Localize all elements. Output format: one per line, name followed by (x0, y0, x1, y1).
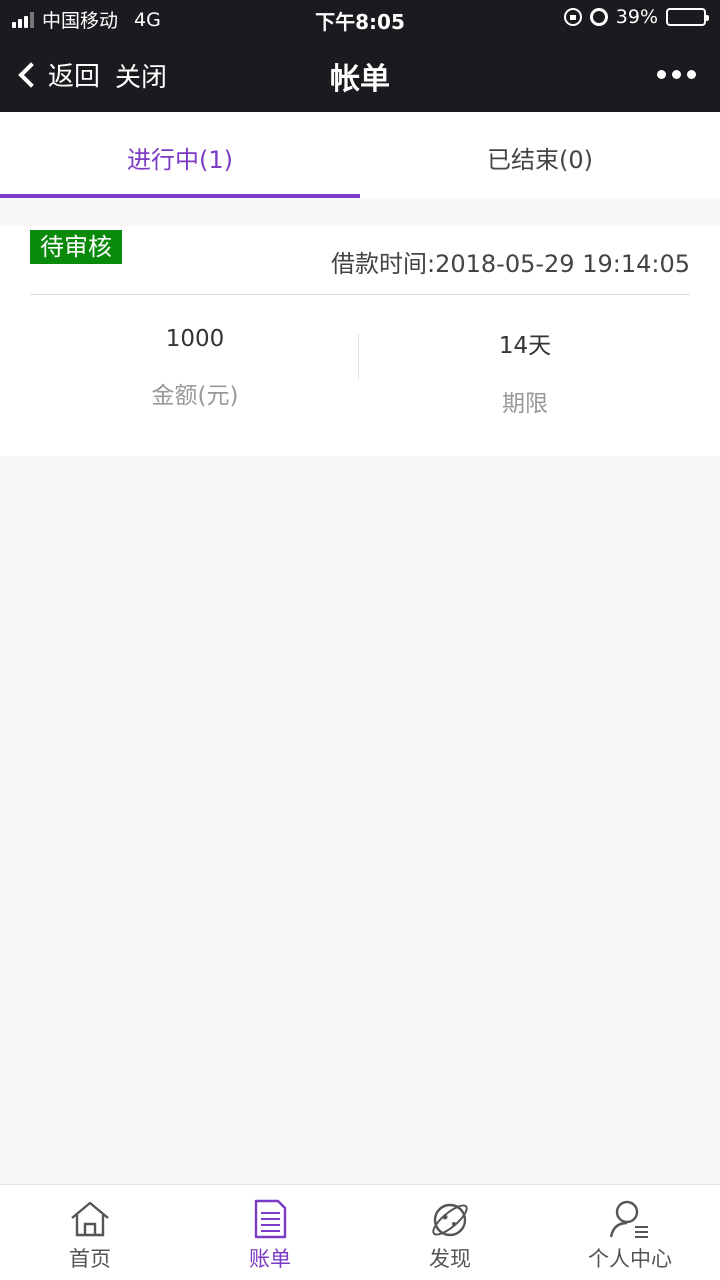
more-dots-icon (657, 70, 666, 79)
battery-percent: 39% (615, 6, 658, 28)
bottom-tab-profile[interactable]: 个人中心 (540, 1185, 720, 1280)
amount-value: 1000 (165, 326, 225, 352)
home-icon (71, 1201, 109, 1237)
amount-column: 1000 金额(元) (30, 326, 360, 410)
bottom-tab-discover[interactable]: 发现 (360, 1185, 540, 1280)
bill-icon (254, 1199, 287, 1239)
nav-bar: 返回 关闭 帐单 (0, 36, 720, 112)
status-right: 39% (563, 6, 709, 28)
term-value: 14天 (498, 333, 552, 359)
bottom-tab-home[interactable]: 首页 (0, 1185, 180, 1280)
term-label: 期限 (502, 391, 548, 417)
bottom-tab-bill[interactable]: 账单 (180, 1185, 360, 1280)
amount-label: 金额(元) (151, 383, 239, 409)
rotation-lock-icon (563, 8, 582, 26)
bottom-tab-label: 首页 (69, 1247, 111, 1271)
planet-icon (432, 1203, 468, 1237)
bottom-tab-label: 个人中心 (588, 1247, 672, 1271)
user-icon (609, 1200, 648, 1238)
card-divider (30, 294, 690, 295)
tab-in-progress[interactable]: 进行中(1) (0, 112, 360, 198)
more-button[interactable] (657, 70, 696, 79)
term-column: 14天 期限 (360, 326, 690, 418)
bottom-tab-label: 账单 (249, 1247, 291, 1271)
page-title: 帐单 (330, 62, 390, 97)
status-badge: 待审核 (30, 230, 122, 264)
column-divider (358, 334, 359, 380)
alarm-icon (589, 8, 608, 26)
tab-finished[interactable]: 已结束(0) (360, 112, 720, 198)
bottom-nav: 首页 账单 发现 个人中心 (0, 1184, 720, 1280)
bill-tabs: 进行中(1) 已结束(0) (0, 112, 720, 198)
status-bar: 中国移动 4G 下午8:05 39% (0, 0, 720, 36)
bottom-tab-label: 发现 (429, 1247, 471, 1271)
loan-time: 借款时间:2018-05-29 19:14:05 (331, 250, 690, 278)
battery-icon (666, 8, 709, 26)
loan-card[interactable]: 待审核 借款时间:2018-05-29 19:14:05 1000 金额(元) … (0, 226, 720, 456)
